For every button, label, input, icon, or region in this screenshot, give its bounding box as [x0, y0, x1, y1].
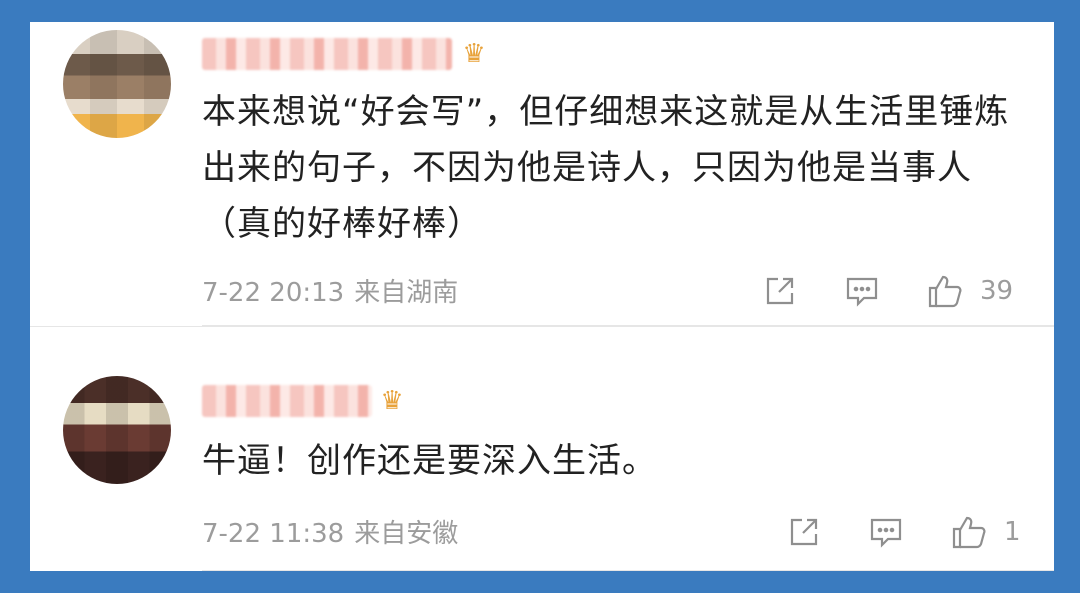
reply-button[interactable] — [844, 273, 884, 309]
comment-icon — [846, 277, 878, 307]
comment-item: ♛ 牛逼！创作还是要深入生活。 7-22 11:38 来自安徽 1 — [30, 339, 1054, 571]
share-icon — [766, 277, 794, 305]
avatar[interactable] — [63, 30, 171, 138]
thumbs-up-icon — [952, 516, 986, 549]
share-button[interactable] — [786, 514, 826, 550]
comment-time: 7-22 11:38 — [202, 519, 345, 549]
like-button[interactable] — [926, 273, 966, 309]
comment-source: 来自湖南 — [354, 278, 459, 308]
comment-meta: 7-22 11:38 来自安徽 — [202, 513, 458, 550]
like-button[interactable] — [950, 514, 990, 550]
share-icon — [790, 518, 818, 546]
divider — [202, 570, 1054, 571]
comment-text: 牛逼！创作还是要深入生活。 — [202, 441, 657, 481]
username-blurred[interactable] — [202, 385, 372, 417]
username-blurred[interactable] — [202, 38, 452, 70]
crown-icon: ♛ — [380, 386, 404, 416]
section-divider — [30, 326, 1054, 339]
thumbs-up-icon — [928, 275, 962, 308]
comment-text: 本来想说“好会写”，但仔细想来这就是从生活里锤炼出来的句子，不因为他是诗人，只因… — [202, 92, 1010, 244]
share-button[interactable] — [762, 273, 802, 309]
like-count: 1 — [1004, 517, 1021, 547]
comment-time: 7-22 20:13 — [202, 278, 345, 308]
crown-icon: ♛ — [462, 39, 486, 69]
like-count: 39 — [980, 276, 1014, 306]
reply-button[interactable] — [868, 514, 908, 550]
comment-item: ♛ 本来想说“好会写”，但仔细想来这就是从生活里锤炼出来的句子，不因为他是诗人，… — [30, 22, 1054, 326]
comment-meta: 7-22 20:13 来自湖南 — [202, 272, 458, 309]
comment-source: 来自安徽 — [354, 519, 459, 549]
comment-icon — [870, 518, 902, 548]
comment-list: ♛ 本来想说“好会写”，但仔细想来这就是从生活里锤炼出来的句子，不因为他是诗人，… — [30, 22, 1054, 571]
avatar[interactable] — [63, 376, 171, 484]
